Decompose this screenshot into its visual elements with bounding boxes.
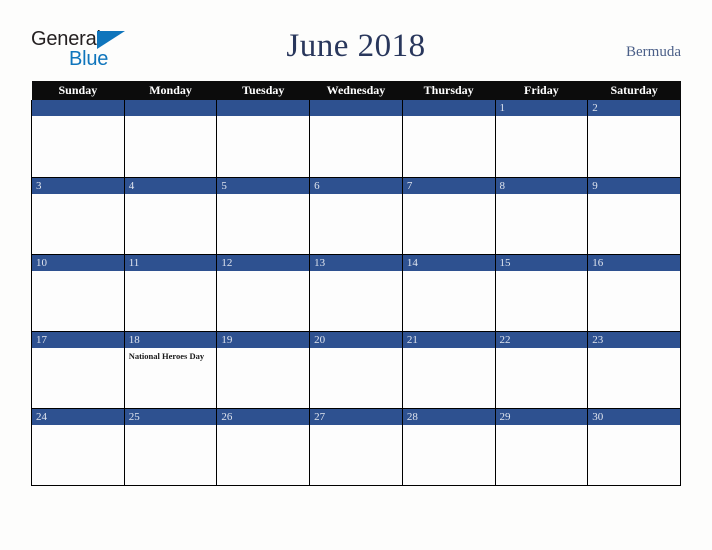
day-number: 22 (495, 331, 588, 348)
weekday-header-wednesday: Wednesday (309, 81, 403, 100)
calendar-day-cell[interactable]: 28 (401, 408, 496, 486)
day-number: 15 (495, 254, 588, 271)
holiday-label: National Heroes Day (128, 350, 205, 361)
day-number: 20 (310, 331, 402, 348)
day-number (402, 100, 495, 116)
day-number: 13 (310, 254, 402, 271)
day-number: 30 (588, 408, 680, 425)
calendar-day-cell[interactable]: 5 (216, 177, 311, 255)
calendar-day-cell[interactable]: 4 (123, 177, 218, 255)
day-number: 23 (588, 331, 680, 348)
calendar-day-cell[interactable]: 17 (31, 331, 125, 409)
day-number: 26 (217, 408, 310, 425)
weekday-header-thursday: Thursday (402, 81, 496, 100)
day-number: 3 (32, 177, 124, 194)
day-number: 6 (310, 177, 402, 194)
calendar-week-row: 12 (31, 100, 681, 178)
day-number: 27 (310, 408, 402, 425)
calendar-day-cell[interactable]: 20 (309, 331, 403, 409)
page-title: June 2018 (286, 28, 426, 64)
weekday-header-sunday: Sunday (31, 81, 125, 100)
calendar-day-cell[interactable]: 27 (309, 408, 403, 486)
day-number: 5 (217, 177, 310, 194)
calendar-day-cell[interactable]: 8 (494, 177, 589, 255)
day-number: 1 (495, 100, 588, 116)
day-number: 14 (402, 254, 495, 271)
calendar-day-cell[interactable]: 10 (31, 254, 125, 332)
weekday-header-row: Sunday Monday Tuesday Wednesday Thursday… (31, 81, 681, 100)
calendar-empty-cell (401, 100, 496, 178)
day-number: 29 (495, 408, 588, 425)
weekday-header-tuesday: Tuesday (216, 81, 310, 100)
day-number: 9 (588, 177, 680, 194)
calendar-page: General Blue June 2018 Bermuda Sunday Mo… (0, 0, 712, 550)
calendar-body: 1 2 3 4 5 6 7 8 9 10 11 12 13 14 15 16 17 18 National Hero… (31, 100, 681, 486)
calendar-day-cell[interactable]: 15 (494, 254, 589, 332)
calendar-day-cell[interactable]: 6 (309, 177, 403, 255)
day-number: 28 (402, 408, 495, 425)
day-number: 8 (495, 177, 588, 194)
calendar-week-row: 10 11 12 13 14 15 16 (31, 254, 681, 332)
calendar-day-cell[interactable]: 9 (587, 177, 681, 255)
day-number: 18 (124, 331, 217, 348)
page-header: General Blue June 2018 Bermuda (0, 0, 712, 80)
calendar-week-row: 3456789 (31, 177, 681, 255)
calendar-empty-cell (216, 100, 311, 178)
calendar-day-cell[interactable]: 24 (31, 408, 125, 486)
calendar-day-cell[interactable]: 16 (587, 254, 681, 332)
calendar-day-cell[interactable]: 12 (216, 254, 311, 332)
day-number: 19 (217, 331, 310, 348)
calendar-day-cell[interactable]: 7 (401, 177, 496, 255)
calendar-grid: Sunday Monday Tuesday Wednesday Thursday… (31, 81, 681, 486)
calendar-empty-cell (309, 100, 403, 178)
weekday-header-monday: Monday (124, 81, 217, 100)
day-number: 16 (588, 254, 680, 271)
calendar-day-cell[interactable]: 23 (587, 331, 681, 409)
day-number (310, 100, 402, 116)
calendar-day-cell[interactable]: 22 (494, 331, 589, 409)
calendar-empty-cell (31, 100, 125, 178)
day-number: 2 (588, 100, 680, 116)
calendar-day-cell[interactable]: 11 (123, 254, 218, 332)
calendar-empty-cell (123, 100, 218, 178)
day-number: 7 (402, 177, 495, 194)
day-number: 12 (217, 254, 310, 271)
calendar-day-cell[interactable]: 2 (587, 100, 681, 178)
day-number: 21 (402, 331, 495, 348)
day-number: 24 (32, 408, 124, 425)
day-number: 25 (124, 408, 217, 425)
calendar-day-cell[interactable]: 1 (494, 100, 589, 178)
calendar-day-cell[interactable]: 18 National Heroes Day (123, 331, 218, 409)
day-number: 17 (32, 331, 124, 348)
calendar-day-cell[interactable]: 30 (587, 408, 681, 486)
calendar-day-cell[interactable]: 25 (123, 408, 218, 486)
calendar-day-cell[interactable]: 3 (31, 177, 125, 255)
locale-label: Bermuda (626, 44, 681, 60)
calendar-week-row: 17 18 National Heroes Day 19 20 21 22 23 (31, 331, 681, 409)
day-number: 11 (124, 254, 217, 271)
calendar-day-cell[interactable]: 26 (216, 408, 311, 486)
calendar-day-cell[interactable]: 14 (401, 254, 496, 332)
calendar-week-row: 24 25 26 27 28 29 30 (31, 408, 681, 486)
day-number (124, 100, 217, 116)
day-number: 4 (124, 177, 217, 194)
day-number: 10 (32, 254, 124, 271)
calendar-day-cell[interactable]: 21 (401, 331, 496, 409)
day-number (32, 100, 124, 116)
weekday-header-friday: Friday (495, 81, 588, 100)
calendar-day-cell[interactable]: 13 (309, 254, 403, 332)
calendar-day-cell[interactable]: 19 (216, 331, 311, 409)
weekday-header-saturday: Saturday (587, 81, 681, 100)
day-number (217, 100, 310, 116)
calendar-day-cell[interactable]: 29 (494, 408, 589, 486)
